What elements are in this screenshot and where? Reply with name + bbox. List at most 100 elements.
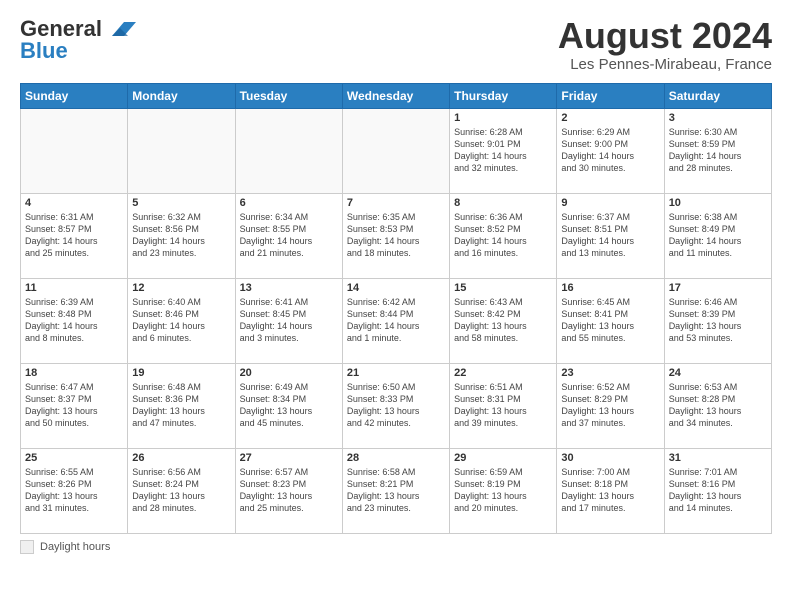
calendar-week-3: 18 Sunrise: 6:47 AM Sunset: 8:37 PM Dayli… bbox=[21, 363, 772, 448]
day-number: 3 bbox=[669, 112, 767, 124]
day-number: 27 bbox=[240, 452, 338, 464]
calendar-cell: 13 Sunrise: 6:41 AM Sunset: 8:45 PM Dayli… bbox=[235, 278, 342, 363]
day-info: Sunrise: 6:47 AM Sunset: 8:37 PM Dayligh… bbox=[25, 381, 123, 430]
day-info: Sunrise: 7:01 AM Sunset: 8:16 PM Dayligh… bbox=[669, 466, 767, 515]
calendar-cell: 2 Sunrise: 6:29 AM Sunset: 9:00 PM Daylig… bbox=[557, 108, 664, 193]
day-info: Sunrise: 6:55 AM Sunset: 8:26 PM Dayligh… bbox=[25, 466, 123, 515]
calendar-cell bbox=[342, 108, 449, 193]
calendar-cell: 31Sunrise: 7:01 AM Sunset: 8:16 PM Dayli… bbox=[664, 448, 771, 533]
day-number: 11 bbox=[25, 282, 123, 294]
day-number: 12 bbox=[132, 282, 230, 294]
calendar-cell: 8 Sunrise: 6:36 AM Sunset: 8:52 PM Daylig… bbox=[450, 193, 557, 278]
day-info: Sunrise: 6:48 AM Sunset: 8:36 PM Dayligh… bbox=[132, 381, 230, 430]
day-info: Sunrise: 6:46 AM Sunset: 8:39 PM Dayligh… bbox=[669, 296, 767, 345]
day-number: 14 bbox=[347, 282, 445, 294]
day-info: Sunrise: 6:29 AM Sunset: 9:00 PM Dayligh… bbox=[561, 126, 659, 175]
day-number: 2 bbox=[561, 112, 659, 124]
day-number: 10 bbox=[669, 197, 767, 209]
logo-icon bbox=[104, 18, 136, 40]
day-number: 15 bbox=[454, 282, 552, 294]
day-info: Sunrise: 6:43 AM Sunset: 8:42 PM Dayligh… bbox=[454, 296, 552, 345]
calendar-cell: 12 Sunrise: 6:40 AM Sunset: 8:46 PM Dayli… bbox=[128, 278, 235, 363]
calendar-cell: 26 Sunrise: 6:56 AM Sunset: 8:24 PM Dayli… bbox=[128, 448, 235, 533]
calendar-cell: 24 Sunrise: 6:53 AM Sunset: 8:28 PM Dayli… bbox=[664, 363, 771, 448]
calendar-cell: 11 Sunrise: 6:39 AM Sunset: 8:48 PM Dayli… bbox=[21, 278, 128, 363]
logo-text-blue: Blue bbox=[20, 38, 68, 64]
day-number: 1 bbox=[454, 112, 552, 124]
location-subtitle: Les Pennes-Mirabeau, France bbox=[558, 56, 772, 73]
calendar-week-4: 25 Sunrise: 6:55 AM Sunset: 8:26 PM Dayli… bbox=[21, 448, 772, 533]
col-sunday: Sunday bbox=[21, 83, 128, 108]
calendar-cell: 7 Sunrise: 6:35 AM Sunset: 8:53 PM Daylig… bbox=[342, 193, 449, 278]
day-number: 20 bbox=[240, 367, 338, 379]
day-info: Sunrise: 6:35 AM Sunset: 8:53 PM Dayligh… bbox=[347, 211, 445, 260]
day-info: Sunrise: 6:53 AM Sunset: 8:28 PM Dayligh… bbox=[669, 381, 767, 430]
calendar-table: Sunday Monday Tuesday Wednesday Thursday… bbox=[20, 83, 772, 534]
day-info: Sunrise: 6:31 AM Sunset: 8:57 PM Dayligh… bbox=[25, 211, 123, 260]
day-number: 6 bbox=[240, 197, 338, 209]
calendar-cell: 3 Sunrise: 6:30 AM Sunset: 8:59 PM Daylig… bbox=[664, 108, 771, 193]
day-info: Sunrise: 6:41 AM Sunset: 8:45 PM Dayligh… bbox=[240, 296, 338, 345]
calendar-cell bbox=[21, 108, 128, 193]
day-number: 18 bbox=[25, 367, 123, 379]
day-number: 22 bbox=[454, 367, 552, 379]
day-number: 13 bbox=[240, 282, 338, 294]
day-info: Sunrise: 6:45 AM Sunset: 8:41 PM Dayligh… bbox=[561, 296, 659, 345]
calendar-cell: 19 Sunrise: 6:48 AM Sunset: 8:36 PM Dayli… bbox=[128, 363, 235, 448]
day-number: 7 bbox=[347, 197, 445, 209]
day-number: 8 bbox=[454, 197, 552, 209]
day-number: 5 bbox=[132, 197, 230, 209]
day-info: Sunrise: 6:51 AM Sunset: 8:31 PM Dayligh… bbox=[454, 381, 552, 430]
title-area: August 2024 Les Pennes-Mirabeau, France bbox=[558, 16, 772, 73]
page: General Blue August 2024 Les Pennes-Mira… bbox=[0, 0, 792, 564]
day-info: Sunrise: 6:52 AM Sunset: 8:29 PM Dayligh… bbox=[561, 381, 659, 430]
day-info: Sunrise: 6:30 AM Sunset: 8:59 PM Dayligh… bbox=[669, 126, 767, 175]
calendar-cell: 27 Sunrise: 6:57 AM Sunset: 8:23 PM Dayli… bbox=[235, 448, 342, 533]
calendar-cell: 28 Sunrise: 6:58 AM Sunset: 8:21 PM Dayli… bbox=[342, 448, 449, 533]
day-number: 29 bbox=[454, 452, 552, 464]
day-info: Sunrise: 6:37 AM Sunset: 8:51 PM Dayligh… bbox=[561, 211, 659, 260]
day-number: 16 bbox=[561, 282, 659, 294]
calendar-cell: 15 Sunrise: 6:43 AM Sunset: 8:42 PM Dayli… bbox=[450, 278, 557, 363]
calendar-cell bbox=[235, 108, 342, 193]
day-number: 28 bbox=[347, 452, 445, 464]
calendar-cell: 18 Sunrise: 6:47 AM Sunset: 8:37 PM Dayli… bbox=[21, 363, 128, 448]
day-info: Sunrise: 6:49 AM Sunset: 8:34 PM Dayligh… bbox=[240, 381, 338, 430]
col-monday: Monday bbox=[128, 83, 235, 108]
header: General Blue August 2024 Les Pennes-Mira… bbox=[20, 16, 772, 73]
day-number: 17 bbox=[669, 282, 767, 294]
calendar-cell: 29 Sunrise: 6:59 AM Sunset: 8:19 PM Dayli… bbox=[450, 448, 557, 533]
day-info: Sunrise: 6:32 AM Sunset: 8:56 PM Dayligh… bbox=[132, 211, 230, 260]
col-thursday: Thursday bbox=[450, 83, 557, 108]
day-number: 24 bbox=[669, 367, 767, 379]
calendar-cell: 20 Sunrise: 6:49 AM Sunset: 8:34 PM Dayli… bbox=[235, 363, 342, 448]
calendar-cell: 25 Sunrise: 6:55 AM Sunset: 8:26 PM Dayli… bbox=[21, 448, 128, 533]
day-info: Sunrise: 6:58 AM Sunset: 8:21 PM Dayligh… bbox=[347, 466, 445, 515]
calendar-cell: 9Sunrise: 6:37 AM Sunset: 8:51 PM Daylig… bbox=[557, 193, 664, 278]
logo: General Blue bbox=[20, 16, 136, 64]
day-number: 30 bbox=[561, 452, 659, 464]
calendar-cell: 16 Sunrise: 6:45 AM Sunset: 8:41 PM Dayli… bbox=[557, 278, 664, 363]
calendar-cell: 5 Sunrise: 6:32 AM Sunset: 8:56 PM Daylig… bbox=[128, 193, 235, 278]
day-info: Sunrise: 6:57 AM Sunset: 8:23 PM Dayligh… bbox=[240, 466, 338, 515]
day-number: 19 bbox=[132, 367, 230, 379]
calendar-week-0: 1Sunrise: 6:28 AM Sunset: 9:01 PM Daylig… bbox=[21, 108, 772, 193]
month-title: August 2024 bbox=[558, 16, 772, 56]
day-info: Sunrise: 6:59 AM Sunset: 8:19 PM Dayligh… bbox=[454, 466, 552, 515]
day-number: 25 bbox=[25, 452, 123, 464]
col-wednesday: Wednesday bbox=[342, 83, 449, 108]
calendar-cell: 30 Sunrise: 7:00 AM Sunset: 8:18 PM Dayli… bbox=[557, 448, 664, 533]
day-info: Sunrise: 7:00 AM Sunset: 8:18 PM Dayligh… bbox=[561, 466, 659, 515]
day-info: Sunrise: 6:36 AM Sunset: 8:52 PM Dayligh… bbox=[454, 211, 552, 260]
day-info: Sunrise: 6:56 AM Sunset: 8:24 PM Dayligh… bbox=[132, 466, 230, 515]
legend-box bbox=[20, 540, 34, 554]
col-saturday: Saturday bbox=[664, 83, 771, 108]
calendar-week-2: 11 Sunrise: 6:39 AM Sunset: 8:48 PM Dayli… bbox=[21, 278, 772, 363]
calendar-header-row: Sunday Monday Tuesday Wednesday Thursday… bbox=[21, 83, 772, 108]
day-number: 26 bbox=[132, 452, 230, 464]
day-info: Sunrise: 6:39 AM Sunset: 8:48 PM Dayligh… bbox=[25, 296, 123, 345]
day-info: Sunrise: 6:40 AM Sunset: 8:46 PM Dayligh… bbox=[132, 296, 230, 345]
day-info: Sunrise: 6:38 AM Sunset: 8:49 PM Dayligh… bbox=[669, 211, 767, 260]
calendar-cell: 22 Sunrise: 6:51 AM Sunset: 8:31 PM Dayli… bbox=[450, 363, 557, 448]
legend: Daylight hours bbox=[20, 540, 772, 554]
